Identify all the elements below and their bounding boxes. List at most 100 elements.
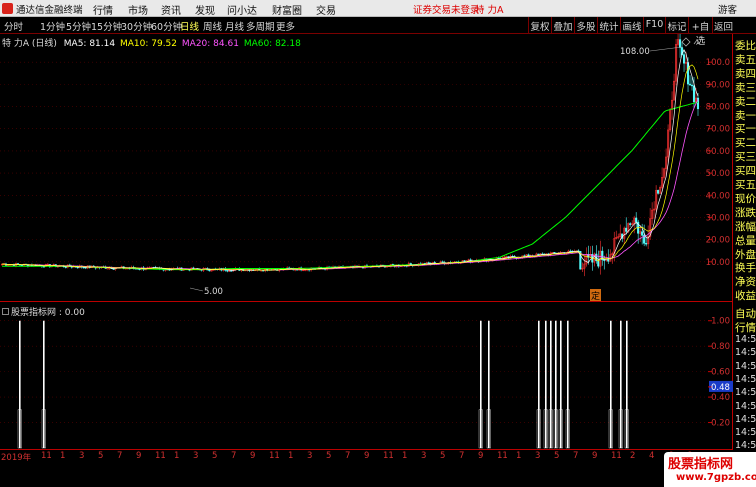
date-axis-label: 11	[155, 451, 166, 461]
add-watchlist-button[interactable]: +自选	[688, 17, 712, 47]
date-axis-label: 3	[193, 451, 199, 461]
ma60-line	[2, 101, 699, 271]
candlestick	[688, 75, 692, 86]
quote-field-label: 买四	[735, 165, 756, 178]
candlestick	[593, 252, 596, 267]
period-15min[interactable]: 15分钟	[91, 19, 122, 33]
quote-field-label: 卖五	[735, 53, 756, 66]
signal-bar	[550, 320, 552, 448]
indicator-legend: 股票指标网 : 0.00	[2, 305, 85, 318]
candlestick	[210, 269, 213, 272]
date-axis-label: 11	[611, 451, 622, 461]
menu-item-news[interactable]: 资讯	[161, 2, 181, 17]
date-axis-label: 3	[421, 451, 427, 461]
indicator-axis-label: 1.00	[711, 317, 730, 327]
indicator-panel[interactable]: 1.00 0.80 0.60 0.48 0.40 0.20	[0, 302, 733, 449]
draw-line-button[interactable]: 画线	[620, 17, 643, 34]
quote-field-label: 卖一	[735, 109, 756, 122]
legend-ma10: MA10: 79.52	[119, 39, 178, 49]
signal-bar	[560, 320, 562, 448]
quote-field-label: 买二	[735, 137, 756, 150]
candlestick	[238, 267, 241, 271]
indicator-axis-label: 0.40	[711, 393, 730, 403]
candlestick	[112, 268, 115, 270]
kline-chart-panel[interactable]: 100.0 90.00 80.00 70.00 60.00 50.00 40.00 30.00…	[0, 31, 733, 302]
date-axis-label: 3	[79, 451, 85, 461]
overlay-button[interactable]: 叠加	[551, 17, 574, 34]
mark-button[interactable]: 标记	[665, 17, 688, 34]
candlestick	[609, 249, 612, 262]
restore-rights-button[interactable]: 复权	[528, 17, 551, 34]
candlestick	[675, 39, 678, 86]
indicator-axis-label: 0.48	[711, 383, 730, 393]
stock-selector[interactable]: 特 力A	[475, 2, 504, 16]
period-60min[interactable]: 60分钟	[151, 19, 182, 33]
candlestick	[583, 254, 586, 277]
date-axis-label: 5	[98, 451, 104, 461]
period-30min[interactable]: 30分钟	[121, 19, 152, 33]
date-axis-label: 9	[364, 451, 370, 461]
menu-item-discover[interactable]: 发现	[195, 2, 215, 17]
watermark-title: 股票指标网	[668, 457, 734, 472]
date-axis-label: 7	[459, 451, 465, 461]
app-logo-icon	[2, 3, 13, 14]
trade-time: 14:5	[735, 400, 756, 412]
candlestick	[585, 247, 588, 267]
quote-field-label: 买三	[735, 151, 756, 164]
multi-stock-button[interactable]: 多股	[574, 17, 597, 34]
candlestick	[64, 266, 67, 269]
signal-bar	[567, 320, 569, 448]
indicator-toggle-icon[interactable]	[2, 308, 9, 315]
period-1min[interactable]: 1分钟	[40, 19, 65, 33]
back-button[interactable]: 返回	[712, 17, 734, 34]
period-intraday[interactable]: 分时	[4, 19, 23, 33]
candlestick	[106, 268, 109, 270]
period-multi[interactable]: 多周期	[246, 19, 275, 33]
period-monthly[interactable]: 月线	[225, 19, 244, 33]
candlestick	[599, 240, 602, 275]
period-more[interactable]: 更多	[276, 19, 295, 33]
menu-item-trade[interactable]: 交易	[316, 2, 336, 17]
price-axis-label: 80.00	[706, 103, 730, 113]
candlestick	[6, 264, 10, 266]
period-weekly[interactable]: 周线	[203, 19, 222, 33]
signal-bar	[545, 320, 547, 448]
candlestick	[615, 230, 618, 240]
quote-field-label[interactable]: 行情	[735, 320, 756, 335]
signal-bar	[626, 320, 628, 448]
menu-item-quotes[interactable]: 行情	[93, 2, 113, 17]
candlestick	[661, 167, 664, 189]
chevron-up-icon[interactable]	[693, 39, 701, 45]
date-axis-label: 9	[250, 451, 256, 461]
menu-item-ask[interactable]: 问小达	[227, 2, 257, 17]
candlestick	[569, 249, 572, 253]
menu-guest[interactable]: 游客	[718, 2, 737, 16]
ma10-line	[1, 64, 699, 271]
candlestick	[677, 33, 680, 47]
menu-item-market[interactable]: 市场	[128, 2, 148, 17]
statistics-button[interactable]: 统计	[597, 17, 620, 34]
date-axis-label: 11	[383, 451, 394, 461]
diamond-icon[interactable]	[681, 37, 691, 47]
signal-bar	[620, 320, 622, 448]
trade-time: 14:5	[735, 440, 756, 452]
date-axis-label: 1	[174, 451, 180, 461]
candlestick	[589, 246, 592, 259]
trade-time: 14:5	[735, 360, 756, 372]
trade-time: 14:5	[735, 373, 756, 385]
candlestick	[617, 233, 620, 240]
indicator-chart: 1.00 0.80 0.60 0.480.40 0.20	[0, 317, 733, 449]
menu-item-wealth[interactable]: 财富圈	[272, 2, 302, 17]
quote-field-label: 卖二	[735, 95, 756, 108]
date-axis-label: 5	[212, 451, 218, 461]
login-warning[interactable]: 证券交易未登录	[413, 2, 480, 16]
price-axis-label: 10.00	[706, 258, 730, 268]
f10-button[interactable]: F10	[643, 17, 665, 34]
candlestick	[669, 108, 672, 132]
date-axis-label: 5	[440, 451, 446, 461]
period-daily[interactable]: 日线	[180, 19, 199, 33]
period-5min[interactable]: 5分钟	[66, 19, 91, 33]
quote-field-label: 换手	[735, 262, 756, 275]
date-axis-label: 4	[649, 451, 655, 461]
date-axis-label: 9	[136, 451, 142, 461]
